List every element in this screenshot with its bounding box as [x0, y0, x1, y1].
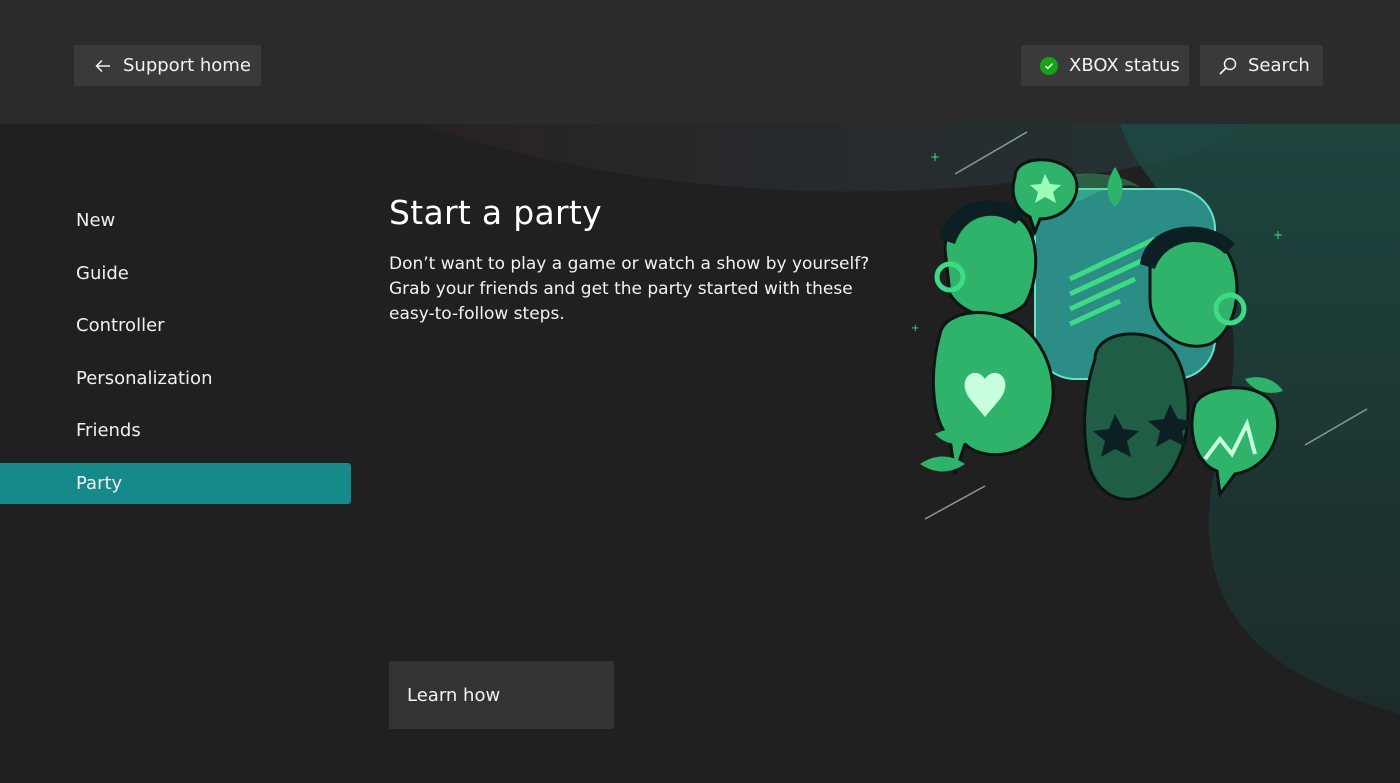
sidebar-item-new[interactable]: New — [0, 200, 351, 241]
learn-how-button[interactable]: Learn how — [389, 661, 614, 729]
sidebar-item-controller[interactable]: Controller — [0, 305, 351, 346]
page-title: Start a party — [389, 193, 602, 232]
svg-text:+: + — [930, 150, 940, 164]
sidebar-item-personalization[interactable]: Personalization — [0, 358, 351, 399]
xbox-status-button[interactable]: XBOX status — [1021, 45, 1189, 86]
svg-text:+: + — [1273, 228, 1283, 242]
search-icon — [1217, 55, 1239, 77]
support-home-button[interactable]: Support home — [74, 45, 261, 86]
sidebar-nav: New Guide Controller Personalization Fri… — [0, 200, 351, 515]
sidebar-item-friends[interactable]: Friends — [0, 410, 351, 451]
main-content: New Guide Controller Personalization Fri… — [0, 124, 1400, 783]
sidebar-item-guide[interactable]: Guide — [0, 253, 351, 294]
xbox-status-label: XBOX status — [1069, 55, 1180, 76]
arrow-left-icon — [92, 55, 114, 77]
checkmark-circle-icon — [1038, 55, 1060, 77]
page-description: Don’t want to play a game or watch a sho… — [389, 254, 870, 324]
sidebar-item-party[interactable]: Party — [0, 462, 351, 504]
top-bar: Support home XBOX status Search — [0, 0, 1400, 124]
party-illustration: + + + — [911, 131, 1368, 520]
search-label: Search — [1248, 55, 1310, 76]
support-home-label: Support home — [123, 55, 251, 76]
learn-how-label: Learn how — [407, 684, 501, 706]
search-button[interactable]: Search — [1200, 45, 1323, 86]
svg-text:+: + — [911, 323, 919, 334]
